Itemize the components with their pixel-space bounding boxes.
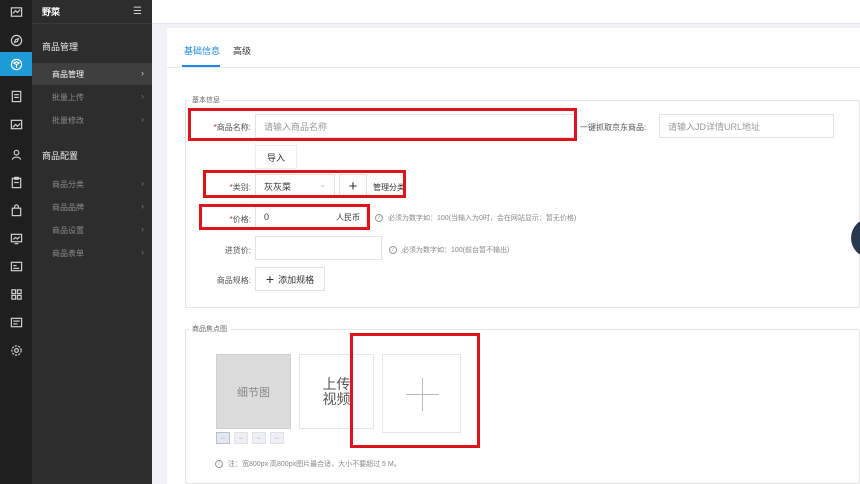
sidebar-item-category[interactable]: 商品分类 › <box>32 173 152 195</box>
sidebar-item-label: 批量修改 <box>52 115 84 125</box>
clipboard-icon[interactable] <box>0 170 32 194</box>
profile-card-icon[interactable] <box>0 310 32 334</box>
category-select[interactable]: 灰灰菜 ⌄ <box>255 174 335 198</box>
name-label-text: 商品名称: <box>216 123 251 132</box>
sidebar-item-label: 商品设置 <box>52 225 84 235</box>
category-label: *类别: <box>211 182 251 193</box>
plus-icon <box>406 378 439 411</box>
user-icon[interactable] <box>0 142 32 166</box>
basic-info-legend: 基本信息 <box>189 95 223 105</box>
add-spec-label: 添加规格 <box>278 274 315 285</box>
gallery-note-text: 注：宽800px 高800px图片最合适，大小不要超过 5 M。 <box>228 461 401 468</box>
category-value: 灰灰菜 <box>264 181 292 192</box>
category-label-text: 类别: <box>232 183 251 192</box>
cube-icon[interactable] <box>0 52 32 76</box>
plus-icon: + <box>265 271 275 287</box>
tab-indicator <box>182 65 220 67</box>
info-icon: i <box>215 460 223 468</box>
chart-icon[interactable] <box>0 0 32 24</box>
sidebar-item-label: 商品分类 <box>52 179 84 189</box>
upload-video-slot[interactable]: 上传 视频 <box>299 354 374 429</box>
add-spec-button[interactable]: + 添加规格 <box>255 267 325 291</box>
document-icon[interactable] <box>0 84 32 108</box>
grid-icon[interactable] <box>0 282 32 306</box>
sidebar: 野菜 ☰ 商品管理 商品管理 › 批量上传 › 批量修改 › 商品配置 商品分类 › 商… <box>32 0 152 484</box>
sidebar-group-config[interactable]: 商品配置 <box>32 143 152 167</box>
tab-advanced[interactable]: 高级 <box>233 44 251 57</box>
name-label: *商品名称: <box>191 122 251 133</box>
cost-hint-text: 必须为数字如：100(前台暂不输出) <box>402 247 510 254</box>
add-category-button[interactable]: + <box>339 174 367 198</box>
sidebar-item-goods-manage[interactable]: 商品管理 › <box>32 63 152 85</box>
jd-url-placeholder: 请输入JD详情URL地址 <box>668 121 761 132</box>
id-card-icon[interactable] <box>0 254 32 278</box>
sidebar-item-label: 批量上传 <box>52 92 84 102</box>
jd-grab-label: 一键抓取京东商品: <box>580 123 647 132</box>
bag-icon[interactable] <box>0 198 32 222</box>
form-card: 基础信息 高级 基本信息 *商品名称: 请输入商品名称 一键抓取京东商品: 请输… <box>167 28 860 484</box>
image-order-handle[interactable]: ↔ <box>234 432 248 444</box>
info-icon: i <box>389 246 397 254</box>
chevron-right-icon: › <box>141 201 144 211</box>
sidebar-group-goods[interactable]: 商品管理 <box>32 34 152 58</box>
image-order-handle[interactable]: ↔ <box>252 432 266 444</box>
upload-video-line2: 视频 <box>322 390 351 407</box>
image-icon[interactable] <box>0 112 32 136</box>
sidebar-item-label: 商品表单 <box>52 248 84 258</box>
sidebar-item-form[interactable]: 商品表单 › <box>32 242 152 264</box>
price-hint: i 必须为数字如：100(当输入为0时，会在网站显示：暂无价格) <box>375 213 576 223</box>
product-name-input[interactable]: 请输入商品名称 <box>255 114 575 138</box>
settings-icon[interactable] <box>0 338 32 362</box>
price-label-text: 价格: <box>232 215 251 224</box>
sidebar-item-label: 商品管理 <box>52 69 84 79</box>
app-title-text: 野菜 <box>42 7 61 17</box>
spec-label: 商品规格: <box>216 276 251 285</box>
image-order-handle[interactable]: ↔ <box>216 432 230 444</box>
top-bar <box>152 0 860 24</box>
jd-url-input[interactable]: 请输入JD详情URL地址 <box>659 114 834 138</box>
tab-basic-info[interactable]: 基础信息 <box>184 44 220 57</box>
chevron-right-icon: › <box>141 91 144 101</box>
sidebar-item-label: 商品品牌 <box>52 202 84 212</box>
import-button[interactable]: 导入 <box>255 145 297 169</box>
detail-image-slot[interactable]: 细节图 <box>216 354 291 429</box>
add-image-slot[interactable] <box>382 354 461 433</box>
monitor-icon[interactable] <box>0 226 32 250</box>
product-name-placeholder: 请输入商品名称 <box>264 121 328 132</box>
chevron-down-icon: ⌄ <box>319 180 326 189</box>
upload-video-label: 上传 视频 <box>322 375 351 407</box>
menu-toggle-icon[interactable]: ☰ <box>133 6 142 17</box>
gallery-note: i 注：宽800px 高800px图片最合适，大小不要超过 5 M。 <box>215 459 401 469</box>
upload-video-line1: 上传 <box>322 375 351 392</box>
chevron-right-icon: › <box>141 224 144 234</box>
compass-icon[interactable] <box>0 28 32 52</box>
currency-unit: 人民币 <box>336 213 360 222</box>
tab-bar: 基础信息 高级 <box>167 28 860 68</box>
price-input[interactable]: 0 人民币 <box>255 205 367 229</box>
cost-input[interactable] <box>255 236 382 260</box>
cost-hint: i 必须为数字如：100(前台暂不输出) <box>389 245 509 255</box>
price-label: *价格: <box>211 214 251 225</box>
info-icon: i <box>375 214 383 222</box>
gallery-legend: 商品焦点图 <box>189 324 230 334</box>
sidebar-item-batch-edit[interactable]: 批量修改 › <box>32 109 152 131</box>
manage-category-link[interactable]: 管理分类 <box>373 182 413 193</box>
icon-rail <box>0 0 32 484</box>
chevron-right-icon: › <box>141 178 144 188</box>
main-area: 基础信息 高级 基本信息 *商品名称: 请输入商品名称 一键抓取京东商品: 请输… <box>152 0 860 484</box>
price-hint-text: 必须为数字如：100(当输入为0时，会在网站显示：暂无价格) <box>388 215 577 222</box>
chevron-right-icon: › <box>141 68 144 78</box>
cost-label: 进货价: <box>224 246 251 255</box>
sidebar-item-brand[interactable]: 商品品牌 › <box>32 196 152 218</box>
sidebar-item-settings[interactable]: 商品设置 › <box>32 219 152 241</box>
price-value: 0 <box>264 212 270 222</box>
app-title: 野菜 ☰ <box>32 0 152 24</box>
sidebar-item-batch-upload[interactable]: 批量上传 › <box>32 86 152 108</box>
image-order-handle[interactable]: ↔ <box>270 432 284 444</box>
chevron-right-icon: › <box>141 247 144 257</box>
chevron-right-icon: › <box>141 114 144 124</box>
